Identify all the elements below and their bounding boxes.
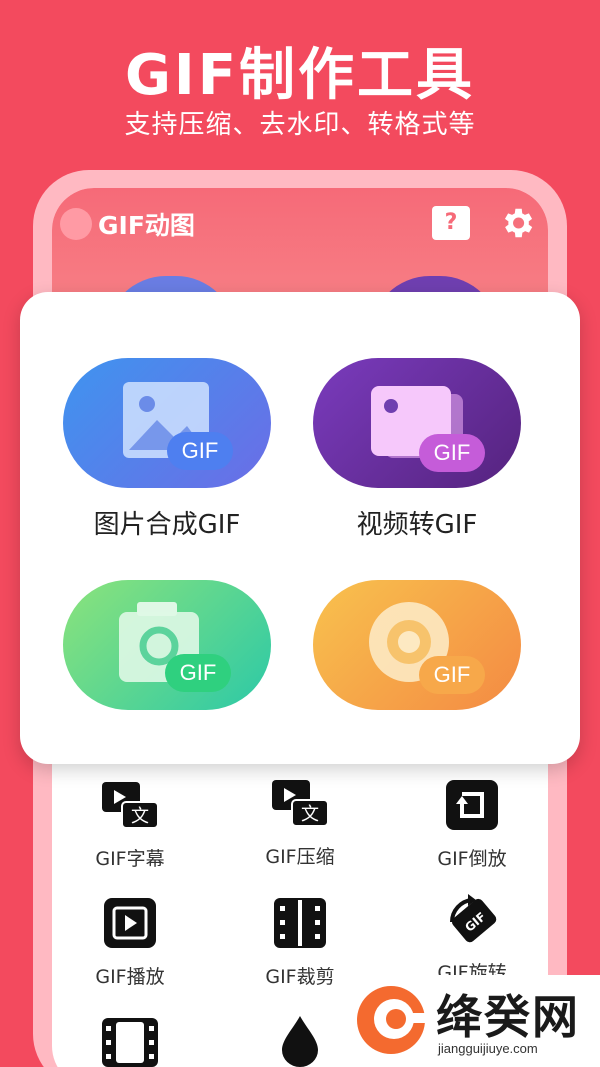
page: { "hero": { "title": "GIF制作工具", "subtitl…	[0, 0, 600, 1067]
feature-label-image-to-gif: 图片合成GIF	[93, 510, 241, 540]
hero-subtitle: 支持压缩、去水印、转格式等	[124, 110, 476, 140]
watermark-name: 绛癸网	[436, 990, 580, 1044]
watermark-url: jiangguijiuye.com	[438, 1041, 538, 1056]
app-title: GIF动图	[98, 211, 195, 240]
crop-icon	[274, 898, 326, 948]
image-to-gif-button[interactable]: GIF	[63, 358, 271, 488]
hero-title: GIF制作工具	[124, 43, 476, 108]
gear-icon[interactable]	[498, 204, 536, 242]
tool-gif-compress[interactable]: 文 GIF压缩	[220, 778, 380, 869]
feature-label-video-to-gif: 视频转GIF	[356, 510, 478, 540]
tool-gif-play[interactable]: GIF播放	[50, 898, 210, 989]
disc-gif-button[interactable]: GIF	[313, 580, 521, 710]
svg-text:文: 文	[301, 804, 319, 825]
camera-gif-button[interactable]: GIF	[63, 580, 271, 710]
film-icon[interactable]	[100, 1018, 160, 1067]
video-to-gif-button[interactable]: GIF	[313, 358, 521, 488]
rotate-icon: GIF	[449, 894, 497, 943]
feature-card: GIF 图片合成GIF GIF 视频转GIF GIF GIF	[20, 292, 580, 764]
gif-badge: GIF	[165, 654, 231, 692]
play-icon	[104, 898, 156, 948]
tool-gif-rotate[interactable]: GIF GIF旋转	[392, 892, 552, 985]
tool-label: GIF倒放	[437, 848, 507, 870]
drop-icon[interactable]	[278, 1014, 322, 1067]
subtitle-icon: 文	[102, 782, 159, 829]
tool-label: GIF压缩	[265, 846, 335, 868]
gif-badge: GIF	[419, 434, 485, 472]
reverse-icon	[446, 780, 498, 830]
tool-gif-subtitle[interactable]: 文 GIF字幕	[50, 780, 210, 871]
gif-badge: GIF	[419, 656, 485, 694]
compress-icon: 文	[272, 780, 329, 827]
help-icon[interactable]: ?	[432, 206, 470, 240]
tool-gif-reverse[interactable]: GIF倒放	[392, 780, 552, 871]
svg-text:文: 文	[131, 806, 149, 827]
tool-label: GIF播放	[95, 966, 165, 988]
watermark-logo-icon	[357, 986, 428, 1054]
app-logo-icon	[60, 208, 92, 240]
gif-badge: GIF	[167, 432, 233, 470]
tool-label: GIF字幕	[95, 848, 165, 870]
watermark: 绛癸网 jiangguijiuye.com	[346, 975, 600, 1067]
